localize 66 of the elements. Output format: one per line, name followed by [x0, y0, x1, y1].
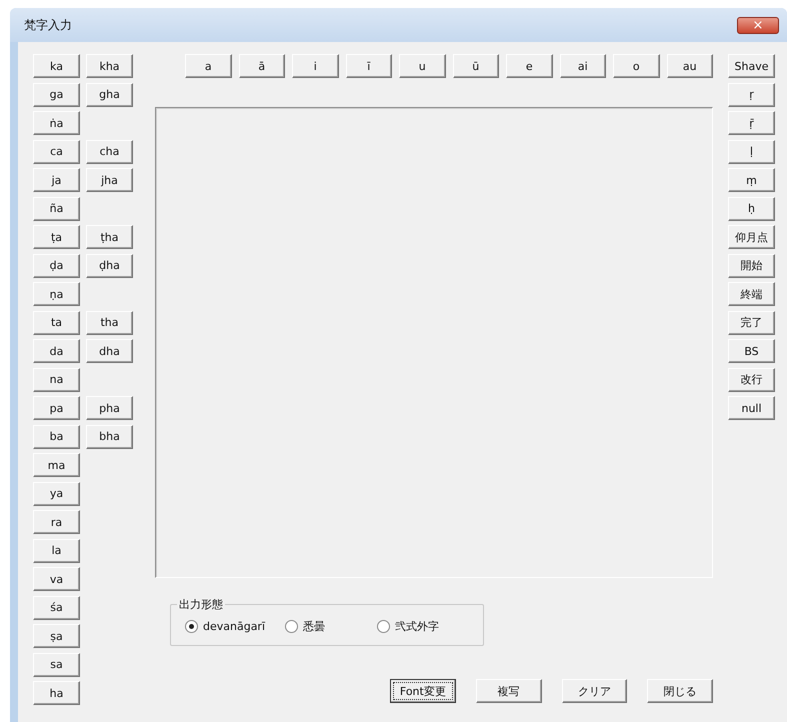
radio-option[interactable]: devanāgarī [185, 619, 285, 634]
consonant-button[interactable]: bha [86, 424, 133, 448]
vowel-button[interactable]: ai [560, 54, 606, 78]
consonant-button[interactable]: ca [33, 140, 80, 164]
consonant-button[interactable]: ṭa [33, 225, 80, 249]
consonant-button[interactable]: ba [33, 424, 80, 448]
vowel-button[interactable]: au [666, 54, 713, 78]
vowel-button[interactable]: a [185, 54, 232, 78]
dialog-button[interactable]: 閉じる [647, 679, 713, 703]
symbol-button[interactable]: BS [728, 339, 775, 363]
vowel-button[interactable]: e [506, 54, 552, 78]
consonant-button[interactable]: jha [86, 168, 133, 192]
vowel-button[interactable]: u [399, 54, 446, 78]
vowel-button[interactable]: i [292, 54, 338, 78]
symbol-button[interactable]: 改行 [728, 368, 775, 392]
consonant-button[interactable]: ṭha [86, 225, 133, 249]
radio-option[interactable]: 悉曇 [285, 619, 377, 634]
consonant-button[interactable]: da [33, 339, 80, 363]
consonant-button[interactable]: pa [33, 396, 80, 420]
consonant-button[interactable]: ja [33, 168, 80, 192]
consonant-button[interactable]: ya [33, 482, 80, 506]
dialog-button[interactable]: 複写 [476, 679, 542, 703]
symbol-button[interactable]: 終端 [728, 282, 775, 306]
consonant-button[interactable]: tha [86, 310, 133, 334]
consonant-button[interactable]: ha [33, 681, 80, 705]
window-title: 梵字入力 [24, 16, 72, 34]
symbol-button[interactable]: null [728, 396, 775, 420]
symbol-button[interactable]: 完了 [728, 310, 775, 334]
text-area[interactable] [155, 107, 713, 578]
consonant-button[interactable]: sa [33, 652, 80, 676]
consonant-button[interactable]: ṇa [33, 282, 80, 306]
vowel-button[interactable]: ā [238, 54, 285, 78]
vowel-button[interactable]: o [613, 54, 660, 78]
consonant-button[interactable]: gha [86, 82, 133, 106]
symbol-button[interactable]: ṛ [728, 82, 775, 106]
consonant-button[interactable]: ka [33, 54, 80, 78]
consonant-button[interactable]: ḍa [33, 254, 80, 278]
consonant-button[interactable]: na [33, 368, 80, 392]
dialog-button[interactable]: Font変更 [390, 679, 456, 703]
vowel-button[interactable]: ū [452, 54, 499, 78]
symbol-button[interactable]: ṝ [728, 111, 775, 135]
consonant-button[interactable]: cha [86, 140, 133, 164]
consonant-button[interactable]: ra [33, 510, 80, 534]
consonant-button[interactable]: ga [33, 82, 80, 106]
consonant-button[interactable]: ta [33, 310, 80, 334]
consonant-button[interactable]: ṅa [33, 111, 80, 135]
consonant-button[interactable]: pha [86, 396, 133, 420]
group-label: 出力形態 [177, 597, 225, 612]
symbol-button[interactable]: ṃ [728, 168, 775, 192]
consonant-button[interactable]: va [33, 567, 80, 591]
symbol-button[interactable]: 仰月点 [728, 225, 775, 249]
consonant-button[interactable]: kha [86, 54, 133, 78]
consonant-button[interactable]: ḍha [86, 254, 133, 278]
symbol-button[interactable]: ḷ [728, 140, 775, 164]
consonant-button[interactable]: ṣa [33, 624, 80, 648]
dialog-button[interactable]: クリア [562, 679, 628, 703]
symbol-button[interactable]: 開始 [728, 254, 775, 278]
consonant-button[interactable]: ña [33, 196, 80, 220]
consonant-button[interactable]: ma [33, 453, 80, 477]
consonant-button[interactable]: la [33, 538, 80, 562]
symbol-button[interactable]: Shave [728, 54, 775, 78]
vowel-button[interactable]: ī [346, 54, 392, 78]
radio-option[interactable]: 弐式外字 [377, 619, 439, 634]
consonant-button[interactable]: dha [86, 339, 133, 363]
consonant-button[interactable]: śa [33, 596, 80, 620]
symbol-button[interactable]: ḥ [728, 196, 775, 220]
